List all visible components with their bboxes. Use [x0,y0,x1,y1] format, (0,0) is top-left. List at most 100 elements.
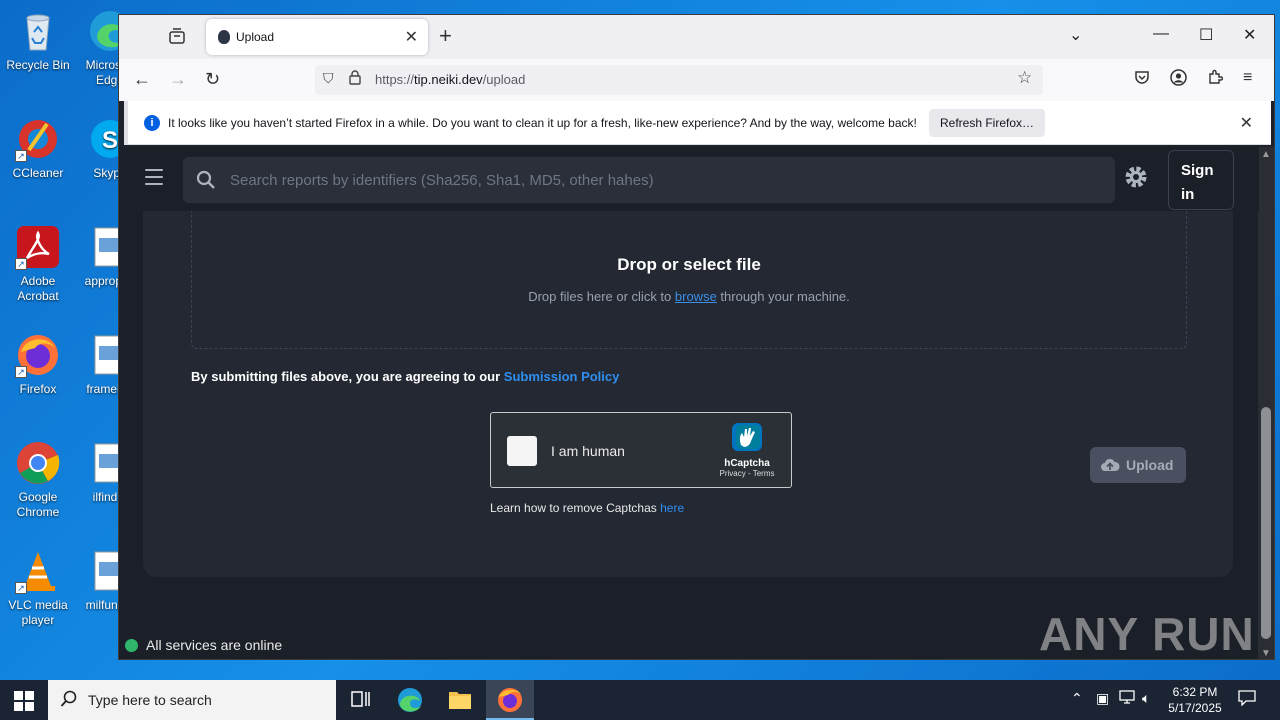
search-placeholder: Search reports by identifiers (Sha256, S… [230,172,654,189]
chrome-icon [15,440,61,486]
status-text: All services are online [146,637,283,653]
desktop-icon-vlc[interactable]: ↗ VLC media player [0,548,76,628]
hcaptcha-logo: hCaptcha Privacy - Terms [717,421,777,478]
volume-icon[interactable]: 🔈︎ [1142,690,1150,707]
network-icon[interactable] [1119,690,1135,707]
firefox-taskbar-icon[interactable] [486,680,534,720]
taskbar-search-placeholder: Type here to search [88,692,212,708]
service-status: All services are online [125,637,282,653]
edge-taskbar-icon[interactable] [386,680,434,720]
page-content: Search reports by identifiers (Sha256, S… [119,147,1259,660]
tab-list-icon[interactable] [167,27,189,47]
bookmark-star-icon[interactable]: ☆ [1017,68,1032,88]
meet-now-icon[interactable]: ▣ [1096,690,1109,707]
hcaptcha-brand: hCaptcha [724,458,770,469]
firefox-icon: ↗ [15,332,61,378]
recycle-bin-icon [15,8,61,54]
anyrun-watermark: ANY RUN [1039,608,1255,660]
extensions-icon[interactable] [1207,69,1224,90]
desktop-icon-label: VLC media player [8,598,68,627]
dropzone-title: Drop or select file [617,255,761,274]
windows-start-icon[interactable] [14,691,34,716]
back-icon[interactable]: ← [133,69,151,89]
close-window-icon[interactable]: ✕ [1243,25,1256,45]
status-ok-icon [125,639,138,652]
hcaptcha-widget: I am human hCaptcha Privacy - Terms [490,412,792,488]
shortcut-arrow-icon: ↗ [15,582,27,594]
info-icon: i [144,115,160,131]
url-bar[interactable]: ⛉ https://tip.neiki.dev/upload ☆ [315,65,1043,95]
submission-policy-link[interactable]: Submission Policy [504,369,620,384]
tab-close-icon[interactable]: ✕ [405,27,418,47]
desktop-icon-recycle-bin[interactable]: Recycle Bin [0,8,76,73]
nav-bar: ← → ↻ ⛉ https://tip.neiki.dev/upload ☆ ≡ [119,59,1274,101]
close-notification-icon[interactable]: ✕ [1240,113,1253,133]
chevron-down-icon[interactable]: ⌄ [1069,25,1082,45]
reload-icon[interactable]: ↻ [205,69,220,89]
scroll-up-icon[interactable]: ▲ [1261,149,1271,160]
learn-captcha-link[interactable]: here [660,501,684,515]
sign-in-button[interactable]: Sign in [1168,150,1234,210]
desktop-icon-label: Recycle Bin [6,58,70,72]
tab-title: Upload [236,30,275,44]
clock-date: 5/17/2025 [1168,701,1222,715]
chevron-up-icon[interactable]: ⌃ [1071,690,1083,707]
url-text: https://tip.neiki.dev/upload [375,72,525,87]
scrollbar-thumb[interactable] [1261,407,1271,639]
gear-icon[interactable] [1122,163,1150,196]
desktop-icon-ccleaner[interactable]: ↗ CCleaner [0,116,76,181]
browse-link[interactable]: browse [675,289,717,304]
account-icon[interactable] [1170,69,1187,91]
taskbar-search-input[interactable]: Type here to search [48,680,336,720]
policy-text: By submitting files above, you are agree… [191,369,504,384]
new-tab-icon[interactable]: + [439,25,452,47]
lock-icon[interactable] [349,70,361,88]
dropzone-text-after: through your machine. [716,289,850,304]
desktop-icon-google-chrome[interactable]: Google Chrome [0,440,76,520]
hcaptcha-privacy-terms[interactable]: Privacy - Terms [717,469,777,478]
tab-bar: Upload ✕ + ⌄ — ☐ ✕ [119,15,1274,59]
desktop-icon-label: Firefox [19,382,57,396]
desktop-icon-firefox[interactable]: ↗ Firefox [0,332,76,397]
file-dropzone[interactable]: Drop or select file Drop files here or c… [191,207,1187,349]
maximize-icon[interactable]: ☐ [1199,25,1213,45]
desktop-icon-adobe-acrobat[interactable]: ↗ Adobe Acrobat [0,224,76,304]
file-explorer-icon[interactable] [436,680,484,720]
url-prefix: https:// [375,72,415,87]
minimize-icon[interactable]: — [1153,25,1169,43]
forward-icon[interactable]: → [169,69,187,89]
scroll-down-icon[interactable]: ▼ [1261,648,1271,659]
upload-button[interactable]: Upload [1090,447,1186,483]
shortcut-arrow-icon: ↗ [15,258,27,270]
url-host: tip.neiki.dev [414,72,483,87]
page-scrollbar[interactable]: ▲ ▼ [1258,147,1274,659]
refresh-firefox-button[interactable]: Refresh Firefox… [929,109,1046,137]
tab-upload[interactable]: Upload ✕ [206,19,428,55]
clock-time: 6:32 PM [1172,685,1218,699]
ccleaner-icon: ↗ [15,116,61,162]
pocket-icon[interactable] [1134,69,1150,90]
notifications-icon[interactable] [1238,690,1256,709]
dropzone-text-before: Drop files here or click to [528,289,675,304]
task-view-icon[interactable] [336,680,384,720]
svg-text:S: S [102,127,118,154]
shortcut-arrow-icon: ↗ [15,150,27,162]
system-clock[interactable]: 6:32 PM 5/17/2025 [1164,684,1226,716]
search-input[interactable]: Search reports by identifiers (Sha256, S… [183,157,1115,203]
hamburger-menu-icon[interactable]: ≡ [1243,69,1252,87]
desktop-icon-label: Adobe Acrobat [17,274,59,303]
learn-captcha-text: Learn how to remove Captchas here [490,501,684,515]
upload-card: Drop or select file Drop files here or c… [143,207,1233,577]
desktop-icon-label: CCleaner [12,166,64,180]
search-icon [60,690,78,713]
desktop-icon-label: Google Chrome [16,490,60,519]
learn-text: Learn how to remove Captchas [490,501,661,515]
hcaptcha-hand-icon [732,423,762,451]
adobe-acrobat-icon: ↗ [15,224,61,270]
shield-icon[interactable]: ⛉ [323,70,334,87]
captcha-label: I am human [551,443,625,459]
menu-icon[interactable] [145,169,163,190]
captcha-checkbox[interactable] [507,436,537,466]
cloud-upload-icon [1100,457,1120,476]
firefox-window: Upload ✕ + ⌄ — ☐ ✕ ← → ↻ ⛉ https://tip.n… [118,14,1275,660]
